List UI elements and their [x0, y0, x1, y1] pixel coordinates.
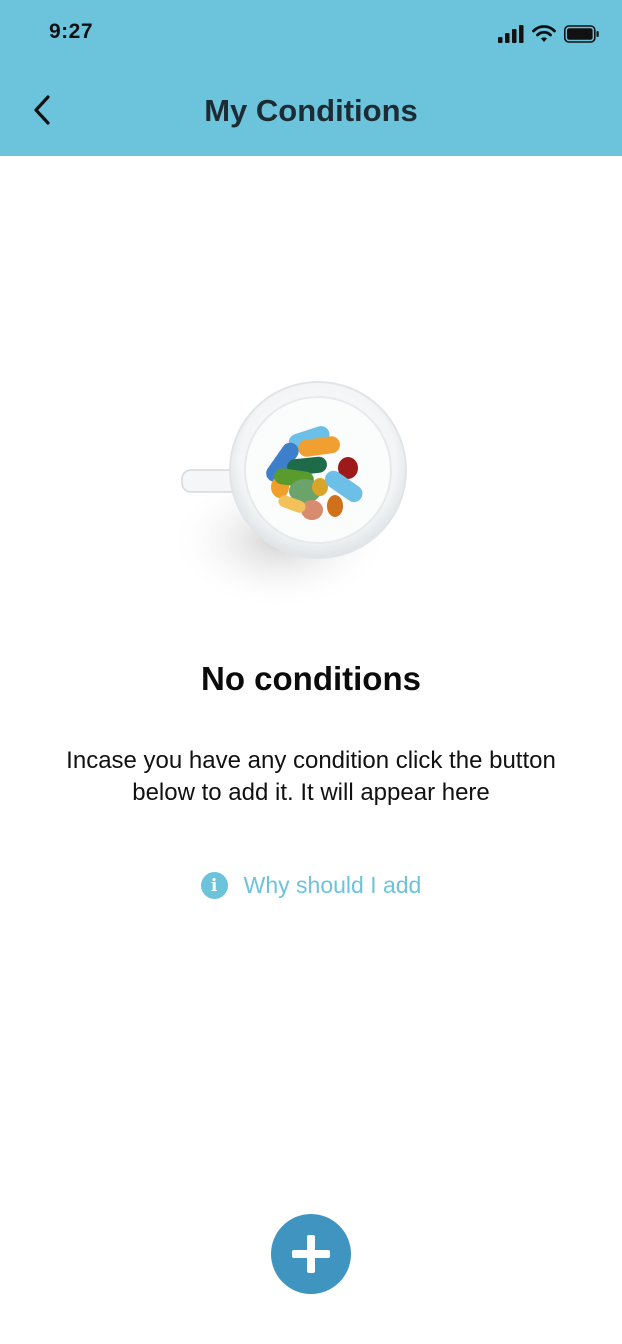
empty-state-description: Incase you have any condition click the …	[66, 747, 556, 806]
cup-of-pills-illustration	[160, 370, 460, 620]
status-icons	[498, 24, 600, 44]
battery-icon	[564, 25, 599, 43]
plus-icon	[292, 1235, 330, 1273]
why-should-i-add-link[interactable]: i Why should I add	[0, 872, 622, 899]
add-condition-button[interactable]	[271, 1214, 351, 1294]
cellular-signal-icon	[498, 25, 524, 43]
page-title: My Conditions	[204, 93, 418, 128]
why-should-i-add-label: Why should I add	[243, 872, 422, 898]
info-icon: i	[200, 872, 228, 899]
app-header: 9:27 My Conditions	[0, 0, 622, 156]
status-time: 9:27	[49, 20, 94, 43]
wifi-icon	[532, 25, 556, 42]
empty-state-title: No conditions	[201, 660, 421, 697]
conditions-screen: 9:27 My Conditions No conditions Incase …	[0, 0, 622, 1344]
